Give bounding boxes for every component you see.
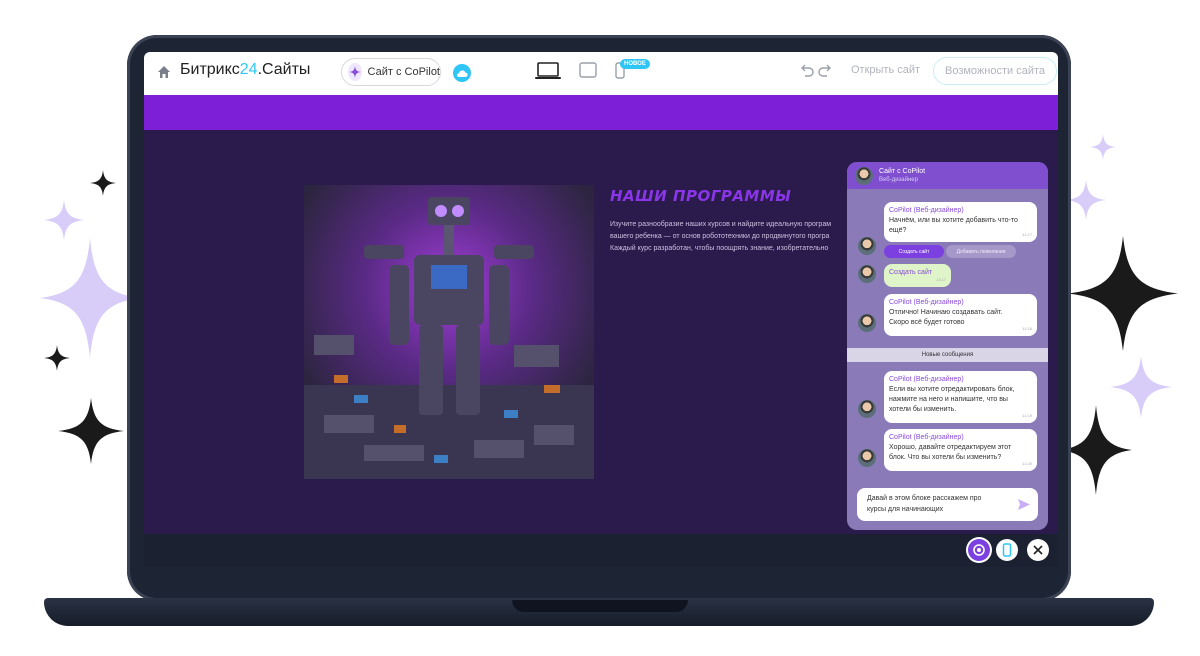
message-text: блок. Что вы хотели бы изменить? [889,454,1002,461]
sparkle-icon [348,63,362,81]
laptop-notch [512,600,688,612]
brand-suffix: .Сайты [257,61,311,78]
top-bar: Битрикс24.Сайты Сайт с CoPilot НОВОЕ Отк… [144,52,1058,96]
message-text: Если вы хотите отредактировать блок, [889,386,1015,393]
create-site-action-button[interactable]: Создать сайт [884,245,944,258]
close-icon[interactable] [1027,539,1049,561]
brand-accent: 24 [239,61,258,78]
sparkle-decoration [40,238,140,358]
chat-message: CoPilot (Веб-дизайнер) Хорошо, давайте о… [884,429,1037,471]
copilot-icon[interactable] [968,539,990,561]
input-text: Давай в этом блоке расскажем про [867,495,982,502]
message-text: Хорошо, давайте отредактируем этот [889,444,1012,451]
mobile-icon[interactable] [996,539,1018,561]
robot-illustration [304,197,594,479]
home-icon[interactable] [156,64,172,80]
laptop-icon[interactable] [535,62,561,80]
chat-message: CoPilot (Веб-дизайнер) Начнём, или вы хо… [884,202,1037,242]
chat-message: Создать сайт 11:17 [884,264,951,287]
sparkle-decoration [1068,236,1178,351]
robot-image[interactable] [304,185,594,479]
section-description: Изучите разнообразие наших курсов и найд… [610,219,850,255]
undo-icon[interactable] [801,64,814,77]
message-text: Скоро всё будет готово [889,319,965,326]
brand-prefix: Битрикс [180,61,240,78]
message-text: Отлично! Начинаю создавать сайт. [889,309,1003,316]
section-title: НАШИ ПРОГРАММЫ [610,187,792,205]
sparkle-decoration [58,398,124,464]
sparkle-decoration [90,170,116,196]
add-wishes-action-button[interactable]: Добавить пожелания [946,245,1016,258]
description-line: вашего ребенка — от основ робототехники … [610,233,830,240]
sparkle-decoration [44,200,84,240]
message-time: 11:17 [1022,232,1032,237]
avatar [858,400,876,418]
copilot-button-label: Сайт с CoPilot [367,66,440,78]
sparkle-decoration [44,345,70,371]
tablet-icon[interactable] [579,62,597,78]
send-icon[interactable] [1018,499,1030,510]
sparkle-decoration [1066,180,1106,220]
chat-input[interactable]: Давай в этом блоке расскажем про курсы д… [857,488,1038,521]
chat-message: CoPilot (Веб-дизайнер) Отлично! Начинаю … [884,294,1037,336]
description-line: Изучите разнообразие наших курсов и найд… [610,221,832,228]
undo-redo-controls [801,64,831,77]
chat-title: Сайт с CoPilot [879,168,926,175]
redo-icon[interactable] [818,64,831,77]
message-text: хотели бы изменить. [889,406,957,413]
bottom-bar [144,534,1058,567]
message-time: 11:17 [936,277,946,282]
sparkle-decoration [1090,134,1116,160]
input-text: курсы для начинающих [867,506,944,513]
screen: Битрикс24.Сайты Сайт с CoPilot НОВОЕ Отк… [144,52,1058,567]
new-messages-divider: Новые сообщения [847,348,1048,362]
avatar [855,167,873,185]
avatar [858,237,876,255]
message-text: нажмите на него и напишите, что вы [889,396,1008,403]
message-text: ещё? [889,227,907,234]
brand-logo[interactable]: Битрикс24.Сайты [180,61,310,79]
message-author: CoPilot (Веб-дизайнер) [889,299,964,306]
chat-message: CoPilot (Веб-дизайнер) Если вы хотите от… [884,371,1037,423]
cloud-icon[interactable] [453,64,471,82]
description-line: Каждый курс разработан, чтобы поощрять з… [610,245,829,252]
header-stripe [144,95,1058,130]
message-author: CoPilot (Веб-дизайнер) [889,434,964,441]
site-features-button[interactable]: Возможности сайта [933,57,1057,85]
message-time: 11:18 [1022,326,1032,331]
new-badge: НОВОЕ [620,59,650,69]
copilot-site-button[interactable]: Сайт с CoPilot [341,58,441,86]
message-time: 11:19 [1022,413,1032,418]
avatar [858,265,876,283]
avatar [858,314,876,332]
message-time: 11:20 [1022,461,1032,466]
chat-subtitle: Веб-дизайнер [879,177,918,183]
open-site-link[interactable]: Открыть сайт [851,64,920,76]
message-author: CoPilot (Веб-дизайнер) [889,207,964,214]
message-author: CoPilot (Веб-дизайнер) [889,376,964,383]
copilot-chat-panel: Сайт с CoPilot Веб-дизайнер CoPilot (Веб… [847,162,1048,530]
chat-header: Сайт с CoPilot Веб-дизайнер [847,162,1048,189]
avatar [858,449,876,467]
message-text: Начнём, или вы хотите добавить что-то [889,217,1018,224]
